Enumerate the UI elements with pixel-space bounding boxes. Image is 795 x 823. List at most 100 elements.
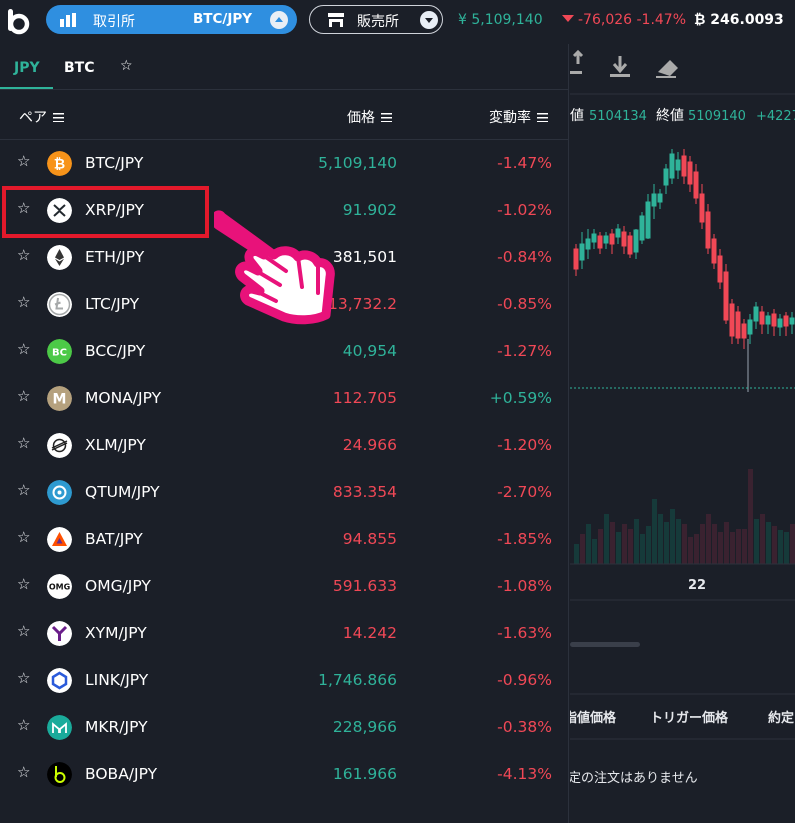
favorite-star-icon[interactable]: ☆ xyxy=(17,716,30,734)
chevron-down-icon[interactable] xyxy=(420,11,438,29)
favorite-star-icon[interactable]: ☆ xyxy=(17,434,30,452)
pair-change: -1.27% xyxy=(497,342,552,360)
ltc-coin-icon xyxy=(47,292,72,317)
pair-row-qtum[interactable]: ☆ QTUM/JPY 833.354 -2.70% xyxy=(0,469,569,516)
shop-label: 販売所 xyxy=(357,14,399,30)
currency-tabs: JPY BTC ☆ xyxy=(0,44,569,90)
top-bar: 取引所 BTC/JPY 販売所 ¥ 5,109,140 -76,026 -1.4… xyxy=(0,0,795,44)
pair-row-bcc[interactable]: ☆ BC BCC/JPY 40,954 -1.27% xyxy=(0,328,569,375)
exchange-pair-selector[interactable]: 取引所 BTC/JPY xyxy=(46,5,297,34)
pair-change: -1.85% xyxy=(497,530,552,548)
down-triangle-icon xyxy=(562,15,574,22)
sort-icon xyxy=(381,113,392,122)
pair-change: -0.38% xyxy=(497,718,552,736)
favorite-star-icon[interactable]: ☆ xyxy=(17,246,30,264)
price-change-value: -76,026 -1.47% xyxy=(578,12,687,28)
pair-row-mkr[interactable]: ☆ MKR/JPY 228,966 -0.38% xyxy=(0,704,569,751)
favorite-star-icon[interactable]: ☆ xyxy=(17,622,30,640)
column-change-header[interactable]: 変動率 xyxy=(489,107,548,127)
favorite-star-icon[interactable]: ☆ xyxy=(17,669,30,687)
pair-name: MONA/JPY xyxy=(85,389,162,407)
pair-name: BOBA/JPY xyxy=(85,765,158,783)
pair-price: 91.902 xyxy=(342,201,397,219)
favorite-star-icon[interactable]: ☆ xyxy=(17,152,30,170)
column-limit-price: 指値価格 xyxy=(570,710,617,726)
pair-row-xlm[interactable]: ☆ XLM/JPY 24.966 -1.20% xyxy=(0,422,569,469)
pair-row-bat[interactable]: ☆ BAT/JPY 94.855 -1.85% xyxy=(0,516,569,563)
pair-price: 1,746.866 xyxy=(318,671,397,689)
pair-price: 833.354 xyxy=(332,483,397,501)
pair-name: BCC/JPY xyxy=(85,342,146,360)
pair-price: 228,966 xyxy=(332,718,397,736)
svg-text:₿: ₿ xyxy=(54,157,65,173)
candlesticks xyxy=(573,149,795,392)
pair-change: -0.84% xyxy=(497,248,552,266)
favorite-star-icon[interactable]: ☆ xyxy=(17,340,30,358)
pair-name: BAT/JPY xyxy=(85,530,143,548)
active-tab-indicator xyxy=(0,87,53,89)
sort-icon xyxy=(537,113,548,122)
ohlc-change-value: +4227 xyxy=(756,109,795,124)
pair-change: +0.59% xyxy=(489,389,552,407)
mkr-coin-icon xyxy=(47,715,72,740)
column-price-header[interactable]: 価格 xyxy=(347,107,392,127)
chevron-up-icon[interactable] xyxy=(270,11,288,29)
exchange-mode-label: 取引所 xyxy=(93,14,135,30)
price-chart[interactable]: 値 5104134 終値 5109140 +4227 xyxy=(564,44,795,823)
pair-change: -1.63% xyxy=(497,624,552,642)
pair-name: BTC/JPY xyxy=(85,154,144,172)
column-pair-label: ペア xyxy=(19,110,47,126)
selected-pair-label: BTC/JPY xyxy=(193,11,253,27)
pair-name: QTUM/JPY xyxy=(85,483,160,501)
tab-jpy[interactable]: JPY xyxy=(14,60,40,76)
column-pair-header[interactable]: ペア xyxy=(19,107,64,127)
pair-name: MKR/JPY xyxy=(85,718,148,736)
pair-row-xym[interactable]: ☆ XYM/JPY 14.242 -1.63% xyxy=(0,610,569,657)
pair-row-mona[interactable]: ☆ M MONA/JPY 112.705 +0.59% xyxy=(0,375,569,422)
bitbank-logo-icon[interactable] xyxy=(4,7,32,35)
shop-selector[interactable]: 販売所 xyxy=(309,5,443,34)
favorite-star-icon[interactable]: ☆ xyxy=(17,528,30,546)
sort-icon xyxy=(53,113,64,122)
highlight-box xyxy=(2,186,209,238)
shop-icon xyxy=(328,13,344,27)
upload-icon[interactable] xyxy=(570,49,584,74)
pair-price: 161.966 xyxy=(332,765,397,783)
list-header: ペア 価格 変動率 xyxy=(0,90,569,140)
boba-coin-icon xyxy=(47,762,72,787)
column-executed: 約定 xyxy=(768,710,794,726)
mona-coin-icon: M xyxy=(47,386,72,411)
tab-btc[interactable]: BTC xyxy=(64,60,95,76)
favorite-star-icon[interactable]: ☆ xyxy=(17,387,30,405)
tab-favorites[interactable]: ☆ xyxy=(120,58,133,74)
pair-price: 94.855 xyxy=(342,530,397,548)
pair-change: -2.70% xyxy=(497,483,552,501)
svg-text:BC: BC xyxy=(52,348,67,359)
favorite-star-icon[interactable]: ☆ xyxy=(17,293,30,311)
download-icon[interactable] xyxy=(610,56,630,77)
x-axis-tick-22: 22 xyxy=(688,578,706,593)
pair-row-btc[interactable]: ☆ ₿ BTC/JPY 5,109,140 -1.47% xyxy=(0,140,569,187)
link-coin-icon xyxy=(47,668,72,693)
pair-price: 112.705 xyxy=(332,389,397,407)
xlm-coin-icon xyxy=(47,433,72,458)
last-price: ¥ 5,109,140 xyxy=(458,12,543,28)
pair-name: OMG/JPY xyxy=(85,577,151,595)
btc-coin-icon: ₿ xyxy=(47,151,72,176)
omg-coin-icon: OMG xyxy=(47,574,72,599)
pair-row-omg[interactable]: ☆ OMG OMG/JPY 591.633 -1.08% xyxy=(0,563,569,610)
eth-coin-icon xyxy=(47,245,72,270)
pair-row-boba[interactable]: ☆ BOBA/JPY 161.966 -4.13% xyxy=(0,751,569,798)
favorite-star-icon[interactable]: ☆ xyxy=(17,481,30,499)
pair-row-link[interactable]: ☆ LINK/JPY 1,746.866 -0.96% xyxy=(0,657,569,704)
eraser-icon[interactable] xyxy=(656,60,678,78)
favorite-star-icon[interactable]: ☆ xyxy=(17,763,30,781)
bat-coin-icon xyxy=(47,527,72,552)
pair-change: -1.47% xyxy=(497,154,552,172)
volume-bars xyxy=(574,469,795,564)
favorite-star-icon[interactable]: ☆ xyxy=(17,575,30,593)
pair-change: -1.02% xyxy=(497,201,552,219)
ohlc-close-value: 5109140 xyxy=(688,109,746,124)
pair-change: -0.96% xyxy=(497,671,552,689)
ohlc-close-label: 終値 xyxy=(656,108,684,124)
